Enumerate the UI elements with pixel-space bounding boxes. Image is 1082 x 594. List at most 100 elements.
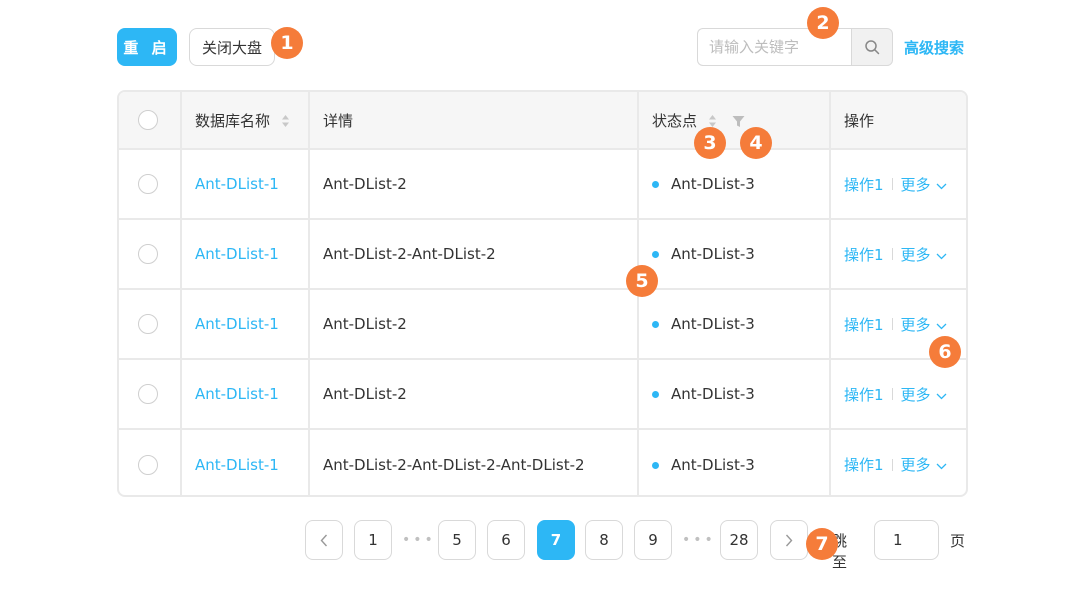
chevron-down-icon bbox=[936, 323, 947, 329]
row-checkbox[interactable] bbox=[138, 314, 158, 334]
advanced-search-link[interactable]: 高级搜索 bbox=[904, 37, 964, 58]
more-dropdown[interactable]: 更多 bbox=[901, 244, 947, 265]
op1-link[interactable]: 操作1 bbox=[844, 454, 884, 475]
page-button[interactable]: 1 bbox=[354, 520, 392, 560]
chevron-down-icon bbox=[936, 253, 947, 259]
row-actions: 操作1 更多 bbox=[844, 314, 966, 335]
divider bbox=[891, 458, 893, 471]
header-status[interactable]: 状态点 bbox=[638, 92, 831, 150]
detail-text: Ant-DList-2 bbox=[323, 315, 407, 333]
more-dropdown[interactable]: 更多 bbox=[901, 174, 947, 195]
page-button[interactable]: 5 bbox=[438, 520, 476, 560]
db-name-link[interactable]: Ant-DList-1 bbox=[195, 315, 279, 333]
annotation-badge: 4 bbox=[740, 127, 772, 159]
page-button[interactable]: 28 bbox=[720, 520, 758, 560]
row-checkbox-cell bbox=[119, 219, 182, 290]
more-label: 更多 bbox=[900, 315, 931, 334]
annotation-badge: 5 bbox=[626, 265, 658, 297]
db-name-link[interactable]: Ant-DList-1 bbox=[195, 456, 279, 474]
row-checkbox[interactable] bbox=[138, 454, 158, 475]
status-dot bbox=[652, 251, 659, 258]
table-row: Ant-DList-1 Ant-DList-2-Ant-DList-2 Ant-… bbox=[119, 219, 966, 290]
status-text: Ant-DList-3 bbox=[671, 385, 755, 403]
status-dot bbox=[652, 391, 659, 398]
divider bbox=[891, 178, 893, 190]
row-actions: 操作1 更多 bbox=[844, 244, 966, 265]
detail-text: Ant-DList-2-Ant-DList-2 bbox=[323, 245, 496, 263]
close-market-button[interactable]: 关闭大盘 bbox=[189, 28, 275, 66]
more-label: 更多 bbox=[900, 175, 931, 194]
chevron-left-icon bbox=[320, 534, 328, 546]
annotation-badge: 6 bbox=[929, 336, 961, 368]
row-checkbox-cell bbox=[119, 289, 182, 360]
db-name-link[interactable]: Ant-DList-1 bbox=[195, 245, 279, 263]
page-button-current[interactable]: 7 bbox=[537, 520, 575, 560]
row-checkbox-cell bbox=[119, 429, 182, 495]
select-all-checkbox[interactable] bbox=[138, 110, 158, 130]
status-text: Ant-DList-3 bbox=[671, 455, 755, 474]
pagination-ellipsis[interactable]: ••• bbox=[682, 532, 716, 548]
chevron-down-icon bbox=[936, 463, 947, 470]
row-actions: 操作1 更多 bbox=[844, 454, 966, 475]
db-name-link[interactable]: Ant-DList-1 bbox=[195, 175, 279, 193]
row-checkbox[interactable] bbox=[138, 174, 158, 194]
status-dot bbox=[652, 321, 659, 328]
row-actions: 操作1 更多 bbox=[844, 384, 966, 405]
more-dropdown[interactable]: 更多 bbox=[901, 314, 947, 335]
more-label: 更多 bbox=[900, 385, 931, 404]
row-checkbox[interactable] bbox=[138, 384, 158, 404]
page-button[interactable]: 9 bbox=[634, 520, 672, 560]
op1-link[interactable]: 操作1 bbox=[844, 384, 884, 405]
jump-page-input[interactable]: 1 bbox=[874, 520, 939, 560]
annotation-badge: 1 bbox=[271, 27, 303, 59]
page-button[interactable]: 8 bbox=[585, 520, 623, 560]
more-label: 更多 bbox=[900, 245, 931, 264]
op1-link[interactable]: 操作1 bbox=[844, 314, 884, 335]
page-button[interactable]: 6 bbox=[487, 520, 525, 560]
detail-text: Ant-DList-2 bbox=[323, 385, 407, 403]
data-table: 数据库名称 详情 状态点 操作 Ant-DList-1 Ant-DList-2 … bbox=[117, 90, 968, 497]
status-text: Ant-DList-3 bbox=[671, 245, 755, 263]
db-name-link[interactable]: Ant-DList-1 bbox=[195, 385, 279, 403]
table-row: Ant-DList-1 Ant-DList-2 Ant-DList-3 操作1 … bbox=[119, 289, 966, 360]
annotation-badge: 2 bbox=[807, 7, 839, 39]
row-checkbox[interactable] bbox=[138, 244, 158, 264]
sort-icon[interactable] bbox=[281, 113, 290, 129]
header-name-label: 数据库名称 bbox=[195, 111, 271, 130]
table-row: Ant-DList-1 Ant-DList-2 Ant-DList-3 操作1 … bbox=[119, 149, 966, 220]
more-dropdown[interactable]: 更多 bbox=[901, 454, 947, 475]
prev-page-button[interactable] bbox=[305, 520, 343, 560]
more-dropdown[interactable]: 更多 bbox=[901, 384, 947, 405]
annotation-badge: 7 bbox=[806, 528, 838, 560]
divider bbox=[891, 388, 893, 400]
search-box bbox=[697, 28, 893, 66]
row-actions: 操作1 更多 bbox=[844, 174, 966, 195]
header-checkbox-cell bbox=[119, 92, 182, 150]
status-text: Ant-DList-3 bbox=[671, 175, 755, 193]
header-actions-label: 操作 bbox=[844, 111, 875, 130]
status-dot bbox=[652, 181, 659, 188]
chevron-right-icon bbox=[785, 534, 793, 546]
status-text: Ant-DList-3 bbox=[671, 315, 755, 333]
more-label: 更多 bbox=[900, 456, 931, 474]
header-name[interactable]: 数据库名称 bbox=[181, 92, 310, 150]
search-button[interactable] bbox=[851, 28, 893, 66]
header-detail: 详情 bbox=[309, 92, 639, 150]
header-actions: 操作 bbox=[830, 92, 966, 150]
op1-link[interactable]: 操作1 bbox=[844, 244, 884, 265]
chevron-down-icon bbox=[936, 393, 947, 399]
page-suffix: 页 bbox=[950, 532, 966, 550]
row-checkbox-cell bbox=[119, 149, 182, 220]
header-detail-label: 详情 bbox=[323, 111, 354, 130]
annotation-badge: 3 bbox=[694, 127, 726, 159]
filter-icon[interactable] bbox=[732, 115, 745, 128]
next-page-button[interactable] bbox=[770, 520, 808, 560]
toolbar: 重 启 关闭大盘 高级搜索 bbox=[117, 28, 968, 66]
op1-link[interactable]: 操作1 bbox=[844, 174, 884, 195]
table-header-row: 数据库名称 详情 状态点 操作 bbox=[119, 92, 966, 150]
detail-text: Ant-DList-2-Ant-DList-2-Ant-DList-2 bbox=[323, 455, 585, 474]
row-checkbox-cell bbox=[119, 359, 182, 430]
pagination-ellipsis[interactable]: ••• bbox=[402, 532, 436, 548]
restart-button[interactable]: 重 启 bbox=[117, 28, 177, 66]
status-dot bbox=[652, 461, 659, 469]
